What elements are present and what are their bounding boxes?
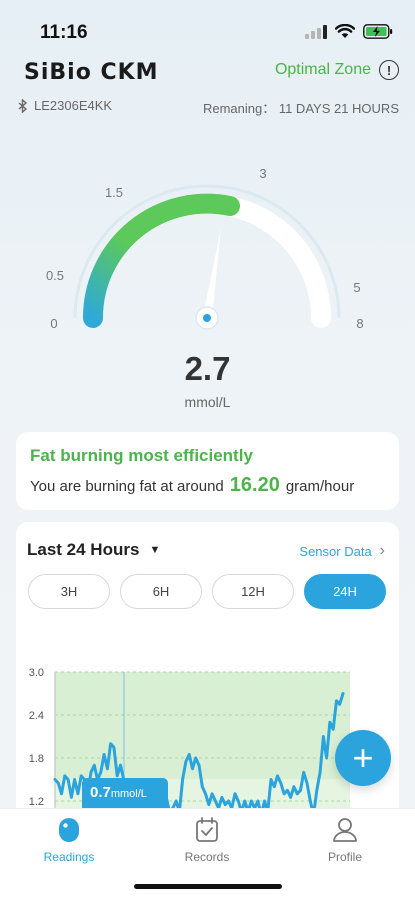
add-record-button[interactable]: + <box>335 730 391 786</box>
zone-label: Optimal Zone <box>274 61 371 78</box>
cellular-signal-icon <box>305 24 327 39</box>
fat-burning-rate: 16.20 <box>229 474 280 496</box>
current-reading-value: 2.7 <box>184 350 231 387</box>
sensor-data-link[interactable]: Sensor Data › <box>299 542 385 560</box>
gauge-tick-label: 1.5 <box>105 185 123 200</box>
tab-3h[interactable]: 3H <box>28 574 110 609</box>
status-icons <box>305 24 393 39</box>
inner-band <box>55 672 350 779</box>
calendar-check-icon <box>196 817 218 842</box>
gauge-tick-label: 0.5 <box>46 268 64 283</box>
status-bar: 11:16 <box>0 0 415 50</box>
user-icon <box>333 818 357 842</box>
app-header: SiBio CKM Optimal Zone ! <box>0 58 415 88</box>
y-tick-label: 1.8 <box>29 753 44 765</box>
gauge-tick-label: 3 <box>259 166 266 181</box>
chevron-right-icon: › <box>379 542 385 559</box>
wifi-icon <box>335 24 355 38</box>
tab-readings[interactable]: Readings <box>19 817 119 864</box>
fat-burning-text: You are burning fat at around 16.20 gram… <box>30 474 354 497</box>
gauge-tick-label: 0 <box>50 316 57 331</box>
glucose-gauge: 0 0.5 1.5 3 5 8 <box>46 166 364 331</box>
tab-records-label: Records <box>184 850 230 864</box>
info-icon[interactable]: ! <box>379 60 399 80</box>
fat-burning-card: Fat burning most efficiently You are bur… <box>16 432 399 510</box>
app-title: SiBio CKM <box>24 60 159 85</box>
glucose-trend-chart: 3.0 2.4 1.8 1.2 0.7mmol/L <box>29 667 350 822</box>
gauge-tick-label: 5 <box>353 280 360 295</box>
gauge-hub-dot <box>203 314 211 322</box>
tab-readings-label: Readings <box>43 850 95 864</box>
caret-down-icon: ▼ <box>149 544 161 556</box>
gauge-needle <box>203 228 221 318</box>
sensor-data-label: Sensor Data <box>299 543 372 559</box>
time-range-tabs: 3H 6H 12H 24H <box>28 574 386 609</box>
device-id: LE2306E4KK <box>34 98 113 113</box>
fat-burning-unit: gram/hour <box>285 478 355 495</box>
current-reading-unit: mmol/L <box>184 394 231 410</box>
fat-burning-title: Fat burning most efficiently <box>30 446 253 465</box>
device-info: LE2306E4KK <box>18 98 112 113</box>
tab-records[interactable]: Records <box>157 817 257 864</box>
battery-charging-icon <box>363 24 393 39</box>
y-tick-label: 2.4 <box>29 710 44 722</box>
fat-burning-prefix: You are burning fat at around <box>30 478 224 495</box>
tab-24h[interactable]: 24H <box>304 574 386 609</box>
y-tick-label: 3.0 <box>29 667 44 679</box>
y-tick-label: 1.2 <box>29 796 44 808</box>
bluetooth-icon <box>18 98 28 113</box>
period-label: Last 24 Hours <box>27 540 140 559</box>
tab-12h[interactable]: 12H <box>212 574 294 609</box>
device-info-row: LE2306E4KK Remaning： 11 DAYS 21 HOURS <box>0 98 415 116</box>
sensor-remaining-time: Remaning： 11 DAYS 21 HOURS <box>202 101 399 116</box>
tab-6h[interactable]: 6H <box>120 574 202 609</box>
readings-icon <box>59 818 79 842</box>
status-time: 11:16 <box>40 22 88 43</box>
home-indicator <box>134 884 282 889</box>
tab-profile-label: Profile <box>327 850 362 864</box>
period-dropdown[interactable]: Last 24 Hours ▼ <box>27 540 160 560</box>
tooltip-unit: mmol/L <box>111 788 147 800</box>
gauge-tick-label: 8 <box>356 316 363 331</box>
tab-profile[interactable]: Profile <box>295 817 395 864</box>
optimal-zone-indicator[interactable]: Optimal Zone ! <box>275 60 399 80</box>
